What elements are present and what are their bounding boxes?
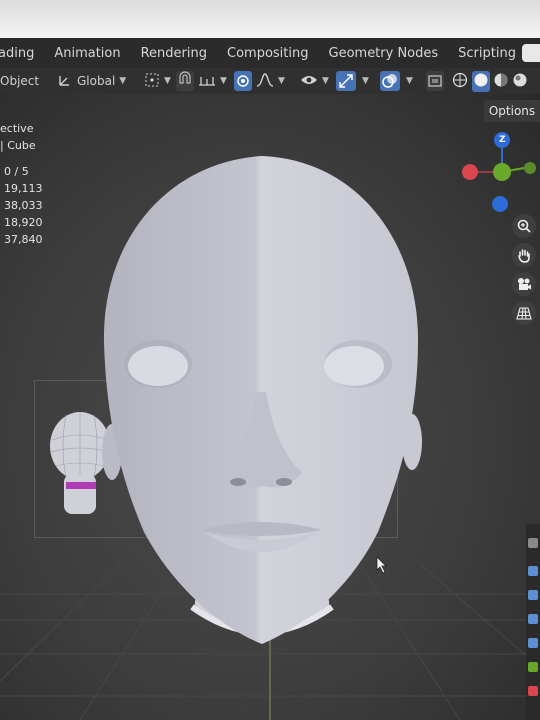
- pan-button[interactable]: [512, 243, 536, 267]
- mode-select[interactable]: Object: [0, 71, 39, 91]
- pivot-icon: [144, 72, 160, 91]
- xray-icon: [428, 75, 442, 87]
- magnet-icon: [179, 71, 191, 84]
- proportional-edit-icon: [237, 75, 249, 87]
- zoom-button[interactable]: [512, 214, 536, 238]
- orientation-select[interactable]: Global ▼: [58, 71, 126, 91]
- orientation-icon: [58, 73, 72, 90]
- neg-z-axis-handle[interactable]: [492, 196, 508, 212]
- visibility-select[interactable]: ▼: [300, 71, 329, 91]
- options-button[interactable]: Options: [484, 100, 540, 122]
- physics-tab-icon[interactable]: [528, 614, 538, 624]
- particles-tab-icon[interactable]: [528, 590, 538, 600]
- eye-icon: [300, 73, 318, 90]
- faces-count: 18,920: [4, 216, 43, 229]
- proportional-editing-toggle[interactable]: [234, 71, 252, 91]
- camera-view-button[interactable]: [512, 272, 536, 296]
- hand-icon: [518, 249, 530, 263]
- gizmo-dropdown[interactable]: ▼: [358, 71, 369, 91]
- gizmo-toggle[interactable]: [336, 71, 356, 91]
- objects-count: 0 / 5: [4, 165, 29, 178]
- scene-tab-icon[interactable]: [528, 538, 538, 548]
- navigation-gizmo[interactable]: [456, 128, 540, 218]
- constraints-tab-icon[interactable]: [528, 638, 538, 648]
- workspace-tabs: ading Animation Rendering Compositing Ge…: [0, 38, 540, 68]
- tab-compositing[interactable]: Compositing: [217, 46, 319, 61]
- snap-target-select[interactable]: ▼: [198, 71, 227, 91]
- chevron-down-icon: ▼: [362, 76, 369, 86]
- xray-toggle[interactable]: [426, 71, 444, 91]
- head-mesh[interactable]: [96, 152, 428, 662]
- zoom-icon: [517, 219, 531, 233]
- edges-count: 38,033: [4, 199, 43, 212]
- viewport-header: Object Global ▼ ▼ ▼ ▼ ▼ ▼ ▼: [0, 68, 540, 94]
- pivot-point-select[interactable]: ▼: [144, 71, 171, 91]
- falloff-select[interactable]: ▼: [256, 71, 285, 91]
- rendered-shading-icon[interactable]: [512, 72, 528, 91]
- tab-animation[interactable]: Animation: [44, 46, 130, 61]
- screen-bezel: [0, 0, 540, 38]
- camera-icon: [518, 278, 531, 290]
- orientation-label: Global: [77, 74, 116, 88]
- wireframe-shading-icon[interactable]: [452, 72, 468, 91]
- chevron-down-icon: ▼: [278, 76, 285, 86]
- snap-toggle[interactable]: [176, 71, 194, 91]
- perspective-toggle-button[interactable]: [512, 301, 536, 325]
- solid-shading-icon[interactable]: [472, 70, 490, 92]
- modifier-tab-icon[interactable]: [528, 566, 538, 576]
- overlays-dropdown[interactable]: ▼: [402, 71, 413, 91]
- neg-y-axis-handle[interactable]: [524, 162, 536, 174]
- scene-selector-icon[interactable]: [522, 44, 540, 62]
- overlays-toggle[interactable]: [380, 71, 400, 91]
- chevron-down-icon: ▼: [406, 76, 413, 86]
- collection-text: | Cube: [0, 139, 36, 152]
- material-preview-shading-icon[interactable]: [493, 72, 509, 91]
- mouse-cursor-icon: [376, 556, 387, 574]
- chevron-down-icon: ▼: [220, 76, 227, 86]
- tab-shading[interactable]: ading: [0, 46, 44, 61]
- tab-rendering[interactable]: Rendering: [131, 46, 217, 61]
- mode-label: Object: [0, 74, 40, 88]
- y-axis-handle[interactable]: [493, 163, 511, 181]
- properties-tab-strip: [526, 524, 540, 720]
- chevron-down-icon: ▼: [119, 76, 127, 86]
- data-tab-icon[interactable]: [528, 662, 538, 672]
- 3d-viewport[interactable]: ective | Cube 0 / 5 19,113 38,033 18,920…: [0, 94, 540, 720]
- triangles-count: 37,840: [4, 233, 43, 246]
- falloff-curve-icon: [256, 72, 274, 90]
- tab-geometry-nodes[interactable]: Geometry Nodes: [319, 46, 449, 61]
- gizmo-arrows-icon: [339, 74, 353, 88]
- tab-scripting[interactable]: Scripting: [448, 46, 526, 61]
- vertices-count: 19,113: [4, 182, 43, 195]
- overlays-icon: [382, 74, 397, 88]
- shading-mode-group: [452, 70, 528, 92]
- z-axis-label: Z: [499, 135, 506, 145]
- viewport-stats-overlay: ective | Cube 0 / 5 19,113 38,033 18,920…: [0, 120, 43, 248]
- snap-increment-icon: [198, 73, 216, 90]
- chevron-down-icon: ▼: [164, 76, 171, 86]
- chevron-down-icon: ▼: [322, 76, 329, 86]
- material-tab-icon[interactable]: [528, 686, 538, 696]
- x-axis-handle[interactable]: [462, 164, 478, 180]
- view-mode-text: ective: [0, 122, 34, 135]
- grid-icon: [516, 307, 532, 320]
